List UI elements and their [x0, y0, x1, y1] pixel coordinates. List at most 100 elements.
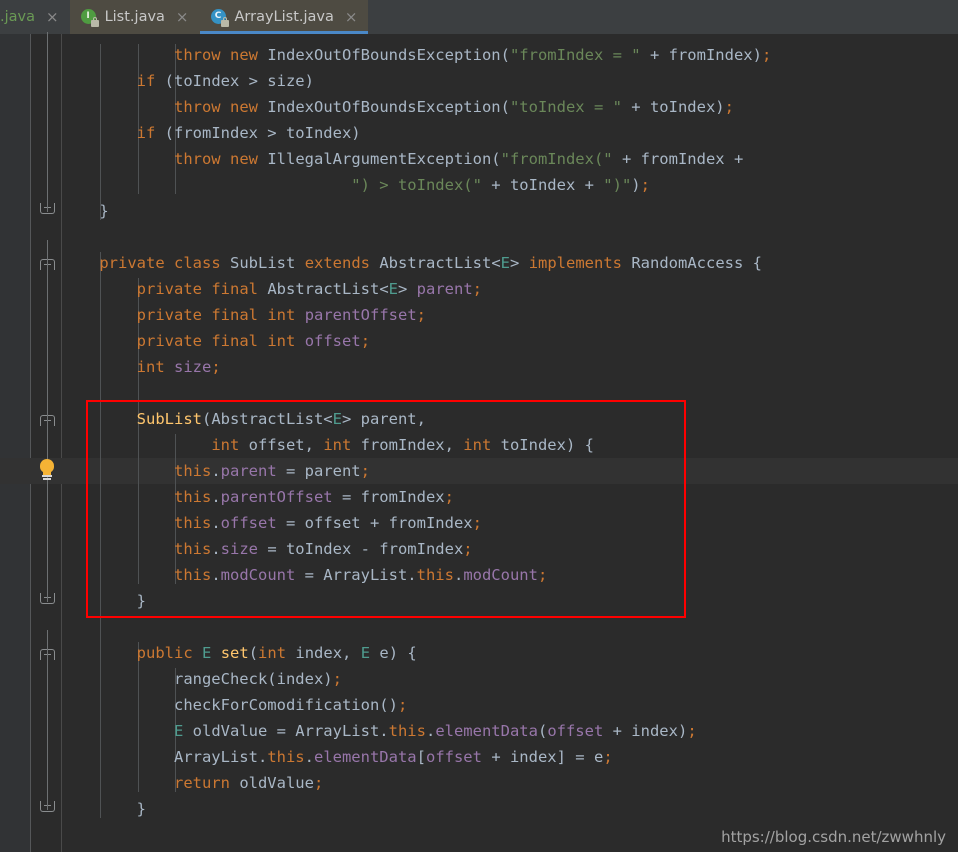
- code-indent: [62, 696, 174, 714]
- code-token: SubList: [230, 254, 295, 272]
- lock-icon: [221, 20, 229, 27]
- code-line[interactable]: private final AbstractList<E> parent;: [62, 276, 482, 302]
- code-token: final: [211, 306, 258, 324]
- code-indent: [62, 280, 137, 298]
- code-token: checkForComodification(): [174, 696, 398, 714]
- code-token: + index] = e: [482, 748, 603, 766]
- code-token: ;: [211, 358, 220, 376]
- fold-connector-line: [47, 630, 48, 810]
- code-line[interactable]: throw new IndexOutOfBoundsException("fro…: [62, 42, 771, 68]
- code-indent: [62, 150, 174, 168]
- code-token: int: [267, 332, 295, 350]
- code-token: elementData: [314, 748, 417, 766]
- code-line[interactable]: E oldValue = ArrayList.this.elementData(…: [62, 718, 697, 744]
- code-token: ")": [603, 176, 631, 194]
- code-line[interactable]: if (fromIndex > toIndex): [62, 120, 361, 146]
- code-token: "fromIndex(": [501, 150, 613, 168]
- code-line[interactable]: private final int offset;: [62, 328, 370, 354]
- code-editor[interactable]: throw new IndexOutOfBoundsException("fro…: [0, 34, 958, 852]
- code-token: offset: [547, 722, 603, 740]
- code-token: "fromIndex = ": [510, 46, 641, 64]
- code-line[interactable]: rangeCheck(index);: [62, 666, 342, 692]
- code-token: ;: [473, 280, 482, 298]
- code-token: ArrayList.: [174, 748, 267, 766]
- code-token: public: [137, 644, 193, 662]
- code-token: (: [538, 722, 547, 740]
- code-line[interactable]: throw new IndexOutOfBoundsException("toI…: [62, 94, 734, 120]
- fold-connector-line: [47, 240, 48, 602]
- close-icon[interactable]: ×: [46, 10, 59, 25]
- code-token: int: [258, 644, 286, 662]
- tab-partial-java[interactable]: .java ×: [0, 0, 70, 34]
- interface-icon: I: [81, 9, 98, 26]
- editor-left-strip: [0, 34, 31, 852]
- code-token: + fromIndex +: [613, 150, 744, 168]
- code-line[interactable]: }: [62, 198, 109, 224]
- code-token: [221, 254, 230, 272]
- tab-label: .java: [0, 9, 35, 25]
- code-indent: [62, 124, 137, 142]
- code-line[interactable]: private class SubList extends AbstractLi…: [62, 250, 762, 276]
- code-indent: [62, 332, 137, 350]
- code-line[interactable]: public E set(int index, E e) {: [62, 640, 417, 666]
- code-token: IllegalArgumentException(: [258, 150, 501, 168]
- code-line[interactable]: throw new IllegalArgumentException("from…: [62, 146, 743, 172]
- gutter-divider: [30, 34, 31, 852]
- code-indent: [62, 774, 174, 792]
- code-token: elementData: [435, 722, 538, 740]
- code-token: [202, 306, 211, 324]
- code-indent: [62, 644, 137, 662]
- close-icon[interactable]: ×: [176, 10, 189, 25]
- code-indent: [62, 176, 351, 194]
- code-token: parentOffset: [305, 306, 417, 324]
- code-token: [221, 150, 230, 168]
- code-token: new: [230, 98, 258, 116]
- code-token: [193, 644, 202, 662]
- code-token: [202, 332, 211, 350]
- code-token: offset: [305, 332, 361, 350]
- code-token: ;: [762, 46, 771, 64]
- code-token: ;: [314, 774, 323, 792]
- code-token: + toIndex): [622, 98, 725, 116]
- code-line[interactable]: ") > toIndex(" + toIndex + ")");: [62, 172, 650, 198]
- indent-guide: [138, 642, 139, 792]
- code-token: size: [174, 358, 211, 376]
- code-line[interactable]: private final int parentOffset;: [62, 302, 426, 328]
- tab-list-java[interactable]: I List.java ×: [70, 0, 200, 34]
- code-indent: [62, 748, 174, 766]
- code-token: rangeCheck(index): [174, 670, 333, 688]
- code-token: ;: [398, 696, 407, 714]
- code-token: ;: [417, 306, 426, 324]
- code-token: oldValue: [230, 774, 314, 792]
- indent-guide: [138, 44, 139, 194]
- code-indent: [62, 46, 174, 64]
- code-token: [295, 254, 304, 272]
- code-token: ;: [603, 748, 612, 766]
- code-line[interactable]: checkForComodification();: [62, 692, 407, 718]
- close-icon[interactable]: ×: [345, 10, 358, 25]
- code-token: throw: [174, 98, 221, 116]
- fold-connector-line: [47, 32, 48, 212]
- code-token: }: [137, 800, 146, 818]
- code-token: private: [137, 332, 202, 350]
- code-indent: [62, 98, 174, 116]
- code-token: .: [305, 748, 314, 766]
- code-token: .: [426, 722, 435, 740]
- code-token: ;: [333, 670, 342, 688]
- tab-arraylist-java[interactable]: C ArrayList.java ×: [200, 0, 369, 34]
- code-token: >: [398, 280, 417, 298]
- code-line[interactable]: }: [62, 796, 146, 822]
- code-token: int: [267, 306, 295, 324]
- code-token: [295, 332, 304, 350]
- code-token: set: [221, 644, 249, 662]
- editor-tab-bar: .java × I List.java × C ArrayList.java ×: [0, 0, 958, 34]
- code-line[interactable]: ArrayList.this.elementData[offset + inde…: [62, 744, 613, 770]
- code-token: IndexOutOfBoundsException(: [258, 46, 510, 64]
- code-token: [221, 46, 230, 64]
- code-token: + index): [603, 722, 687, 740]
- code-token: ;: [687, 722, 696, 740]
- code-token: [165, 254, 174, 272]
- code-token: private: [137, 306, 202, 324]
- lightbulb-icon[interactable]: [36, 459, 58, 483]
- code-line[interactable]: int size;: [62, 354, 221, 380]
